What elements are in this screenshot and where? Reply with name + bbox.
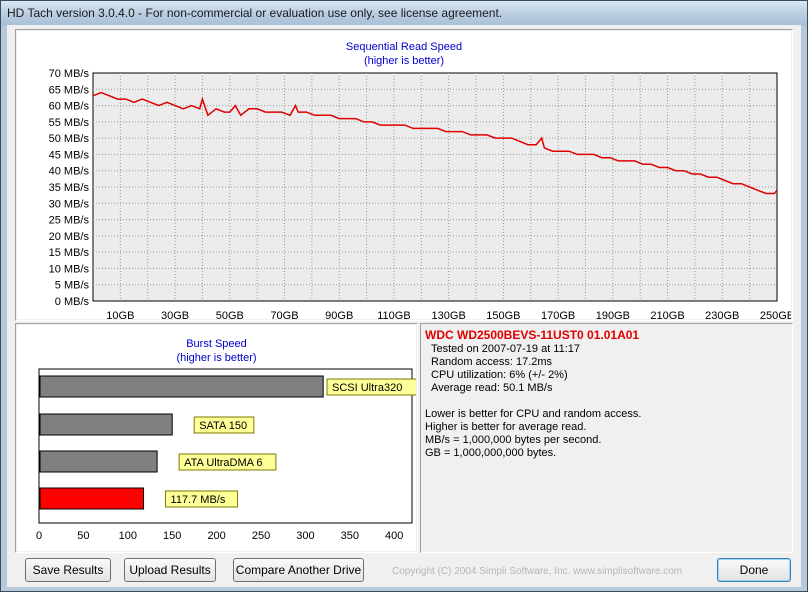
read-y-tick-label: 20 MB/s <box>49 231 90 243</box>
title-bar[interactable]: HD Tach version 3.0.4.0 - For non-commer… <box>1 1 807 25</box>
read-y-tick-label: 40 MB/s <box>49 166 90 178</box>
info-panel: WDC WD2500BEVS-11UST0 01.01A01 Tested on… <box>422 325 791 551</box>
app-window: HD Tach version 3.0.4.0 - For non-commer… <box>0 0 808 592</box>
burst-x-tick-label: 100 <box>119 530 137 542</box>
read-x-tick-label: 170GB <box>541 310 575 319</box>
window-title: HD Tach version 3.0.4.0 - For non-commer… <box>7 6 503 20</box>
random-access: Random access: 17.2ms <box>431 356 553 368</box>
burst-bar-label: 117.7 MB/s <box>171 494 226 506</box>
read-chart-panel: Sequential Read Speed (higher is better)… <box>17 31 791 319</box>
burst-x-tick-label: 350 <box>341 530 359 542</box>
drive-model: WDC WD2500BEVS-11UST0 01.01A01 <box>425 328 640 342</box>
compare-drive-button[interactable]: Compare Another Drive <box>233 558 364 582</box>
read-x-tick-label: 210GB <box>650 310 684 319</box>
read-x-tick-label: 110GB <box>377 310 410 319</box>
note-cpu: Lower is better for CPU and random acces… <box>425 408 642 420</box>
tested-on: Tested on 2007-07-19 at 11:17 <box>431 343 581 355</box>
burst-bar <box>39 450 158 473</box>
average-read: Average read: 50.1 MB/s <box>431 382 553 394</box>
burst-x-tick-label: 0 <box>36 530 42 542</box>
read-y-tick-label: 30 MB/s <box>49 198 90 210</box>
read-x-tick-label: 90GB <box>325 310 353 319</box>
save-results-button[interactable]: Save Results <box>25 558 111 582</box>
client-area: Sequential Read Speed (higher is better)… <box>7 25 801 587</box>
read-y-tick-label: 35 MB/s <box>49 182 90 194</box>
read-y-tick-label: 5 MB/s <box>55 280 90 292</box>
note-gb: GB = 1,000,000,000 bytes. <box>425 447 557 459</box>
burst-x-tick-label: 200 <box>207 530 225 542</box>
burst-bar <box>39 375 324 398</box>
read-y-tick-label: 50 MB/s <box>49 133 90 145</box>
burst-x-tick-label: 400 <box>385 530 403 542</box>
read-x-tick-label: 230GB <box>705 310 739 319</box>
read-x-tick-label: 50GB <box>216 310 244 319</box>
done-button[interactable]: Done <box>717 558 791 582</box>
read-x-tick-label: 250GB <box>760 310 791 319</box>
read-y-tick-label: 65 MB/s <box>49 84 90 96</box>
read-x-tick-label: 190GB <box>596 310 630 319</box>
cpu-utilization: CPU utilization: 6% (+/- 2%) <box>431 369 568 381</box>
upload-results-button[interactable]: Upload Results <box>124 558 216 582</box>
burst-chart: SCSI Ultra320 SATA 150 ATA UltraDMA 6 117.7… <box>36 368 416 542</box>
read-y-tick-label: 70 MB/s <box>49 68 90 80</box>
read-x-tick-label: 10GB <box>106 310 134 319</box>
burst-bar <box>39 413 173 436</box>
read-chart: 70 MB/s 65 MB/s 60 MB/s 55 MB/s 50 MB/s 45 MB… <box>49 68 791 319</box>
burst-bar-label: SATA 150 <box>199 420 247 432</box>
read-y-tick-label: 60 MB/s <box>49 101 90 113</box>
burst-bar-label: ATA UltraDMA 6 <box>184 457 262 469</box>
burst-bar <box>39 487 145 510</box>
read-y-tick-label: 45 MB/s <box>49 149 90 161</box>
read-y-tick-label: 15 MB/s <box>49 247 90 259</box>
burst-x-tick-label: 150 <box>163 530 181 542</box>
read-y-tick-label: 10 MB/s <box>49 263 90 275</box>
burst-chart-panel: Burst Speed (higher is better) SCSI Ultr… <box>17 325 416 551</box>
read-x-tick-label: 130GB <box>432 310 466 319</box>
read-x-tick-label: 150GB <box>486 310 520 319</box>
read-x-tick-label: 70GB <box>270 310 298 319</box>
burst-x-tick-label: 50 <box>77 530 89 542</box>
read-x-tick-label: 30GB <box>161 310 189 319</box>
burst-x-tick-label: 250 <box>252 530 270 542</box>
read-y-tick-label: 25 MB/s <box>49 215 90 227</box>
note-mbs: MB/s = 1,000,000 bytes per second. <box>425 434 602 446</box>
read-y-tick-label: 55 MB/s <box>49 117 90 129</box>
note-read: Higher is better for average read. <box>425 421 587 433</box>
read-y-tick-label: 0 MB/s <box>55 296 90 308</box>
burst-bar-label: SCSI Ultra320 <box>332 382 402 394</box>
burst-x-tick-label: 300 <box>296 530 314 542</box>
copyright-text: Copyright (C) 2004 Simpli Software, Inc.… <box>392 566 683 577</box>
